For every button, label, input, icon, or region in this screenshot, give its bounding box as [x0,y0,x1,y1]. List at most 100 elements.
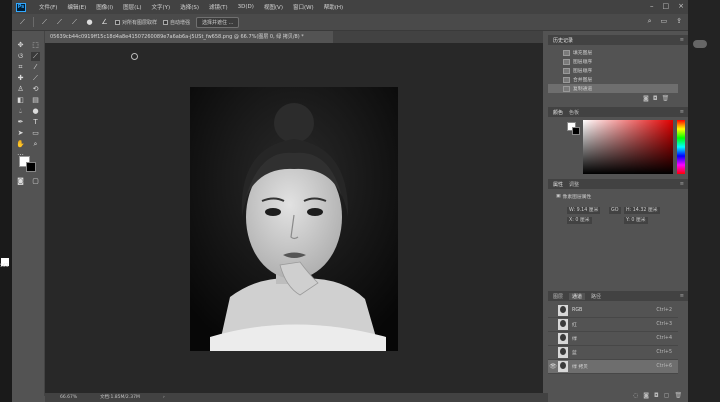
eyedropper-tool-icon[interactable]: ⁄ [31,63,40,72]
panel-menu-icon[interactable]: ≡ [680,109,684,115]
width-value[interactable]: W: 9.14 厘米 [567,207,601,214]
shape-tool-icon[interactable]: ▭ [31,129,40,138]
menu-3d[interactable]: 3D(D) [233,4,259,10]
lasso-tool-icon[interactable]: ଓ [16,52,25,61]
search-icon[interactable]: ⌕ [648,17,652,26]
document-tab[interactable]: 05639cb44c0919ff15c18d4a8e41507260089e7a… [45,31,333,43]
minimize-icon[interactable]: – [650,2,654,10]
share-icon[interactable]: ⇪ [676,17,682,26]
select-and-mask-button[interactable]: 选择并遮住 ... [196,16,240,28]
layers-tab[interactable]: 图层 [553,293,563,300]
channel-actions[interactable]: ◌◙◘▢🗑︎ [633,392,687,399]
properties-tab[interactable]: 属性 [553,181,563,188]
history-item[interactable]: 图层顺序 [548,57,678,66]
pen-tool-icon[interactable]: ✒ [16,118,25,127]
crop-tool-icon[interactable]: ⌗ [16,63,25,72]
channel-thumbnail [558,319,568,330]
hand-tool-icon[interactable]: ✋ [16,140,25,149]
menu-help[interactable]: 帮助(H) [319,3,348,11]
new-selection-icon[interactable]: ⟋ [40,18,49,27]
menu-view[interactable]: 视图(V) [259,3,288,11]
panel-menu-icon[interactable]: ≡ [680,181,684,187]
portrait-image[interactable] [190,87,398,351]
height-field[interactable]: H: 14.32 厘米 [624,207,660,214]
history-item[interactable]: 合并图层 [548,75,678,84]
menu-filter[interactable]: 滤镜(T) [204,3,233,11]
marquee-tool-icon[interactable]: ⬚ [31,41,40,50]
zoom-level[interactable]: 66.67% [60,393,77,402]
menu-image[interactable]: 图像(I) [91,3,118,11]
close-icon[interactable]: × [678,2,684,10]
channel-row-red[interactable]: 红 Ctrl+3 [548,318,678,332]
stamp-tool-icon[interactable]: ♙ [16,85,25,94]
dodge-tool-icon[interactable]: ● [31,107,40,116]
status-arrow-icon[interactable]: › [163,393,165,402]
adjustments-tab[interactable]: 调整 [569,181,579,188]
history-item[interactable]: 填充图层 [548,48,678,57]
paths-tab[interactable]: 路径 [591,293,601,300]
bg-color-chip[interactable] [572,127,580,135]
path-selection-icon[interactable]: ➤ [16,129,25,138]
maximize-icon[interactable]: □ [663,2,670,10]
type-tool-icon[interactable]: T [31,118,40,127]
hue-slider[interactable] [677,120,685,174]
workspace-icon[interactable]: ▭ [661,17,668,26]
zoom-tool-icon[interactable]: ⌕ [31,140,40,149]
x-value[interactable]: X: 0 厘米 [567,217,592,224]
quick-mask-icon[interactable]: ◙ [16,177,25,186]
color-field[interactable] [583,120,673,174]
healing-tool-icon[interactable]: ✚ [16,74,25,83]
panel-menu-icon[interactable]: ≡ [680,293,684,299]
channel-row-rgb[interactable]: RGB Ctrl+2 [548,304,678,318]
history-snapshot-icon [563,85,570,92]
screen-mode-icon[interactable]: ▢ [31,177,40,186]
history-item-active[interactable]: 复制通道 [548,84,678,93]
menu-file[interactable]: 文件(F) [34,3,62,11]
channel-row-green[interactable]: 绿 Ctrl+4 [548,332,678,346]
channel-row-blue[interactable]: 蓝 Ctrl+5 [548,346,678,360]
menu-window[interactable]: 窗口(W) [288,3,319,11]
sample-all-layers-checkbox[interactable]: 对所有图层取样 [115,19,157,26]
subtract-selection-icon[interactable]: ⟋ [70,18,79,27]
y-field[interactable]: Y: 0 厘米 [624,217,648,224]
x-field[interactable]: X: 0 厘米 [567,217,592,224]
visibility-icon[interactable]: 👁︎ [548,363,558,370]
swatches-tab[interactable]: 色板 [569,109,579,116]
width-field[interactable]: W: 9.14 厘米 [567,207,601,214]
channel-row-green-copy[interactable]: 👁︎ 绿 拷贝 Ctrl+6 [548,360,678,374]
history-tab[interactable]: 历史记录 [553,37,573,44]
brush-size-icon[interactable]: ● [85,18,94,27]
color-tab[interactable]: 颜色 [553,109,563,116]
menu-type[interactable]: 文字(Y) [147,3,176,11]
menu-layer[interactable]: 图层(L) [118,3,146,11]
history-brush-icon[interactable]: ⟲ [31,85,40,94]
background-color-swatch[interactable] [26,162,36,172]
eraser-tool-icon[interactable]: ◧ [16,96,25,105]
panel-menu-icon[interactable]: ≡ [680,37,684,43]
blur-tool-icon[interactable]: 💧︎ [16,107,25,116]
history-item[interactable]: 图层顺序 [548,66,678,75]
history-actions[interactable]: ◙◘🗑︎ [643,95,673,102]
canvas-area[interactable] [45,43,543,393]
menu-select[interactable]: 选择(S) [175,3,204,11]
toggle-icon[interactable] [693,40,707,48]
move-tool-icon[interactable]: ✥ [16,41,25,50]
tool-preset-icon[interactable]: ⟋ [18,18,27,27]
add-selection-icon[interactable]: ⟋ [55,18,64,27]
height-value[interactable]: H: 14.32 厘米 [624,207,660,214]
history-item-label: 复制通道 [573,87,593,92]
y-value[interactable]: Y: 0 厘米 [624,217,648,224]
channel-name: RGB [572,308,583,313]
menu-edit[interactable]: 编辑(E) [62,3,91,11]
channel-shortcut: Ctrl+5 [656,350,672,355]
history-item-label: 填充图层 [573,51,593,56]
channels-tab[interactable]: 通道 [569,292,586,300]
channel-name: 蓝 [572,351,577,356]
channel-thumbnail [558,347,568,358]
brush-angle-icon[interactable]: ∠ [100,18,109,27]
gradient-tool-icon[interactable]: ▤ [31,96,40,105]
brush-tool-icon[interactable]: ⟋ [31,74,40,83]
link-button[interactable]: GO [609,207,621,214]
quick-selection-tool-icon[interactable]: ⟋ [31,52,40,61]
auto-enhance-checkbox[interactable]: 自动增强 [163,19,190,26]
